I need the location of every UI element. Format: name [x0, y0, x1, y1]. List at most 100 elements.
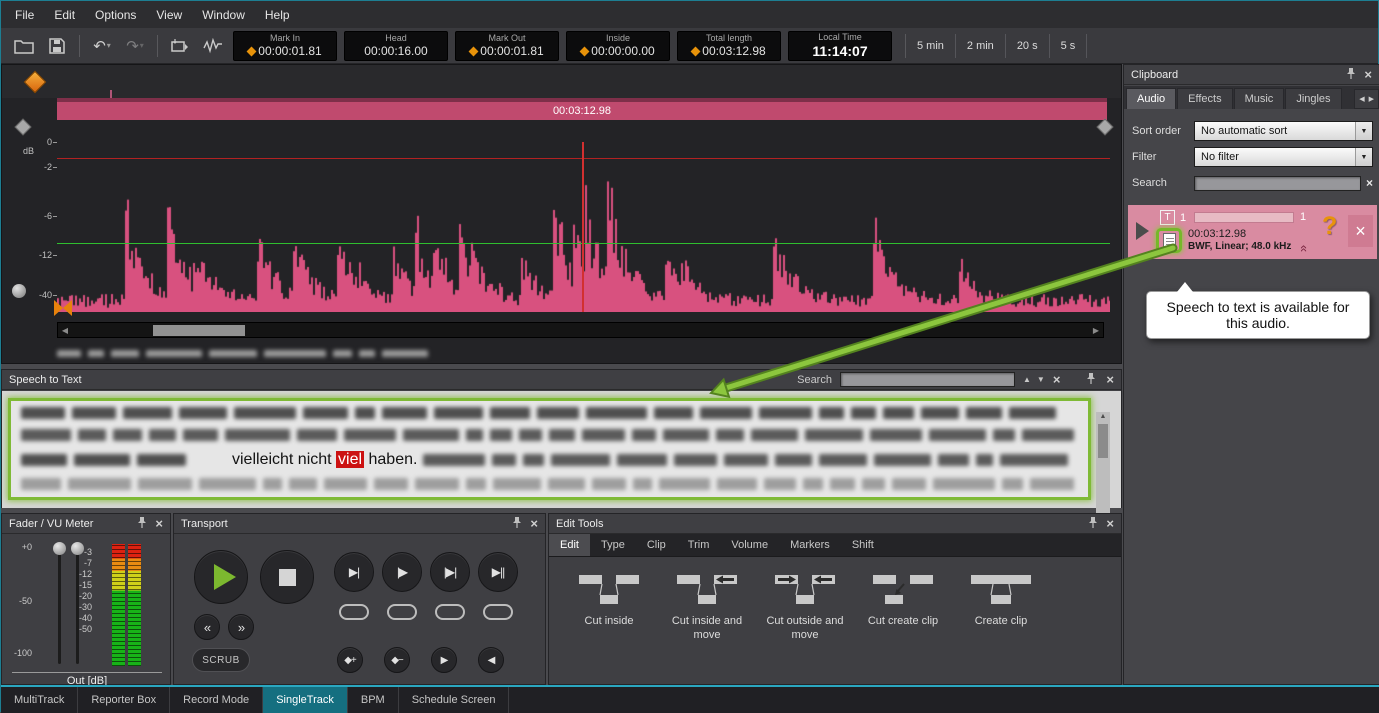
tab-trim[interactable]: Trim — [677, 534, 721, 556]
search-next-icon[interactable]: ▼ — [1037, 375, 1045, 384]
tab-edit[interactable]: Edit — [549, 534, 590, 556]
stt-search-input[interactable] — [840, 372, 1015, 387]
scroll-up-icon[interactable]: ▲ — [1100, 413, 1107, 420]
duration-2min-button[interactable]: 2 min — [956, 34, 1006, 58]
scrub-button[interactable]: SCRUB — [192, 648, 250, 672]
timeline-total-bar[interactable]: 00:03:12.98 — [57, 102, 1107, 120]
menu-edit[interactable]: Edit — [44, 3, 85, 27]
tab-jingles[interactable]: Jingles — [1285, 88, 1341, 109]
duration-5s-button[interactable]: 5 s — [1050, 34, 1088, 58]
play-around-mark-button[interactable]: ▶|| — [478, 552, 518, 592]
fader-track[interactable] — [58, 546, 61, 664]
open-folder-icon[interactable] — [11, 34, 37, 58]
item-progress-bar[interactable] — [1194, 212, 1294, 223]
pin-icon[interactable] — [1346, 68, 1356, 82]
duration-20s-button[interactable]: 20 s — [1006, 34, 1050, 58]
tab-clip[interactable]: Clip — [636, 534, 677, 556]
tab-type[interactable]: Type — [590, 534, 636, 556]
play-button[interactable] — [194, 550, 248, 604]
help-mark-icon[interactable]: ? — [1322, 212, 1337, 241]
track-knob[interactable] — [12, 284, 26, 298]
tab-shift[interactable]: Shift — [841, 534, 885, 556]
time-field-inside[interactable]: Inside 00:00:00.00 — [566, 31, 670, 61]
tab-bpm[interactable]: BPM — [348, 687, 399, 713]
collapse-chevrons-icon[interactable]: « — [1298, 245, 1311, 252]
stop-button[interactable] — [260, 550, 314, 604]
range-end-handle[interactable] — [1097, 119, 1114, 136]
search-clear-icon[interactable]: × — [1053, 373, 1061, 386]
close-panel-icon[interactable]: × — [530, 517, 538, 530]
cut-inside-and-move-tool[interactable]: Cut inside and move — [661, 566, 753, 643]
tab-reporter-box[interactable]: Reporter Box — [78, 687, 170, 713]
loop-toggle-button[interactable] — [435, 604, 465, 620]
scrollbar-thumb[interactable] — [1098, 424, 1108, 458]
create-clip-tool[interactable]: Create clip — [955, 566, 1047, 643]
transcript-highlight-box[interactable]: vielleicht nicht viel haben. — [8, 398, 1091, 500]
time-field-total-length[interactable]: Total length 00:03:12.98 — [677, 31, 781, 61]
search-match-highlight[interactable]: viel — [336, 451, 364, 468]
tab-effects[interactable]: Effects — [1177, 88, 1232, 109]
play-between-marks-button[interactable]: |▶| — [430, 552, 470, 592]
nudge-forward-button[interactable]: ▶ — [431, 647, 457, 673]
tab-music[interactable]: Music — [1234, 88, 1285, 109]
add-marker-button[interactable]: ◆+ — [337, 647, 363, 673]
tab-schedule-screen[interactable]: Schedule Screen — [399, 687, 510, 713]
tab-audio[interactable]: Audio — [1126, 88, 1176, 109]
save-icon[interactable] — [44, 34, 70, 58]
time-field-head[interactable]: Head 00:00:16.00 — [344, 31, 448, 61]
transfer-icon[interactable] — [167, 34, 193, 58]
cut-outside-and-move-tool[interactable]: Cut outside and move — [759, 566, 851, 643]
chevron-down-icon[interactable]: ▼ — [1355, 122, 1372, 140]
pin-icon[interactable] — [512, 517, 522, 531]
tab-scroll-buttons[interactable]: ◀▶ — [1354, 89, 1379, 109]
undo-caret-icon[interactable]: ▾ — [107, 41, 111, 50]
menu-window[interactable]: Window — [192, 3, 255, 27]
chevron-down-icon[interactable]: ▼ — [1355, 148, 1372, 166]
item-remove-button[interactable]: × — [1348, 215, 1373, 247]
range-start-handle[interactable] — [15, 119, 32, 136]
loop-toggle-button[interactable] — [339, 604, 369, 620]
tab-multitrack[interactable]: MultiTrack — [1, 687, 78, 713]
nudge-back-button[interactable]: ◀ — [478, 647, 504, 673]
item-play-icon[interactable] — [1136, 222, 1149, 240]
pin-icon[interactable] — [1088, 517, 1098, 531]
search-clear-icon[interactable]: × — [1366, 176, 1373, 190]
scroll-left-icon[interactable]: ◀ — [58, 326, 72, 335]
pin-icon[interactable] — [1086, 373, 1096, 387]
remove-marker-button[interactable]: ◆− — [384, 647, 410, 673]
transcript-document-icon[interactable] — [1163, 233, 1176, 249]
rewind-button[interactable]: « — [194, 614, 220, 640]
waveform-scrollbar[interactable]: ◀ ▶ — [57, 322, 1104, 338]
play-to-mark-button[interactable]: ▶| — [334, 552, 374, 592]
clipboard-audio-item[interactable]: T 1 1 00:03:12.98 BWF, Linear; 48.0 kHz … — [1128, 205, 1377, 259]
redo-icon[interactable]: ↷▾ — [122, 34, 148, 58]
edit-signal-icon[interactable] — [200, 34, 226, 58]
tab-scroll-left-icon[interactable]: ◀ — [1359, 95, 1364, 103]
tab-singletrack[interactable]: SingleTrack — [263, 687, 348, 713]
cut-create-clip-tool[interactable]: Cut create clip — [857, 566, 949, 643]
menu-help[interactable]: Help — [255, 3, 300, 27]
time-field-mark-out[interactable]: Mark Out 00:00:01.81 — [455, 31, 559, 61]
duration-5min-button[interactable]: 5 min — [906, 34, 956, 58]
undo-icon[interactable]: ↶▾ — [89, 34, 115, 58]
transcript-scrollbar[interactable]: ▲ ▼ — [1096, 412, 1110, 529]
search-prev-icon[interactable]: ▲ — [1023, 375, 1031, 384]
close-panel-icon[interactable]: × — [1106, 373, 1114, 386]
scroll-right-icon[interactable]: ▶ — [1089, 326, 1103, 335]
tab-scroll-right-icon[interactable]: ▶ — [1369, 95, 1374, 103]
transcript-area[interactable]: vielleicht nicht viel haben. ▲ ▼ — [2, 391, 1121, 508]
close-panel-icon[interactable]: × — [1364, 68, 1372, 81]
tab-markers[interactable]: Markers — [779, 534, 841, 556]
transcript-visible-text[interactable]: vielleicht nicht viel haben. — [232, 451, 417, 469]
loop-toggle-button[interactable] — [483, 604, 513, 620]
filter-dropdown[interactable]: No filter▼ — [1194, 147, 1373, 167]
clipboard-search-input[interactable] — [1194, 176, 1361, 191]
close-panel-icon[interactable]: × — [1106, 517, 1114, 530]
close-panel-icon[interactable]: × — [155, 517, 163, 530]
tab-volume[interactable]: Volume — [720, 534, 779, 556]
tab-record-mode[interactable]: Record Mode — [170, 687, 263, 713]
menu-view[interactable]: View — [146, 3, 192, 27]
scrollbar-thumb[interactable] — [153, 325, 245, 336]
play-from-mark-button[interactable]: |▶ — [382, 552, 422, 592]
menu-options[interactable]: Options — [85, 3, 146, 27]
